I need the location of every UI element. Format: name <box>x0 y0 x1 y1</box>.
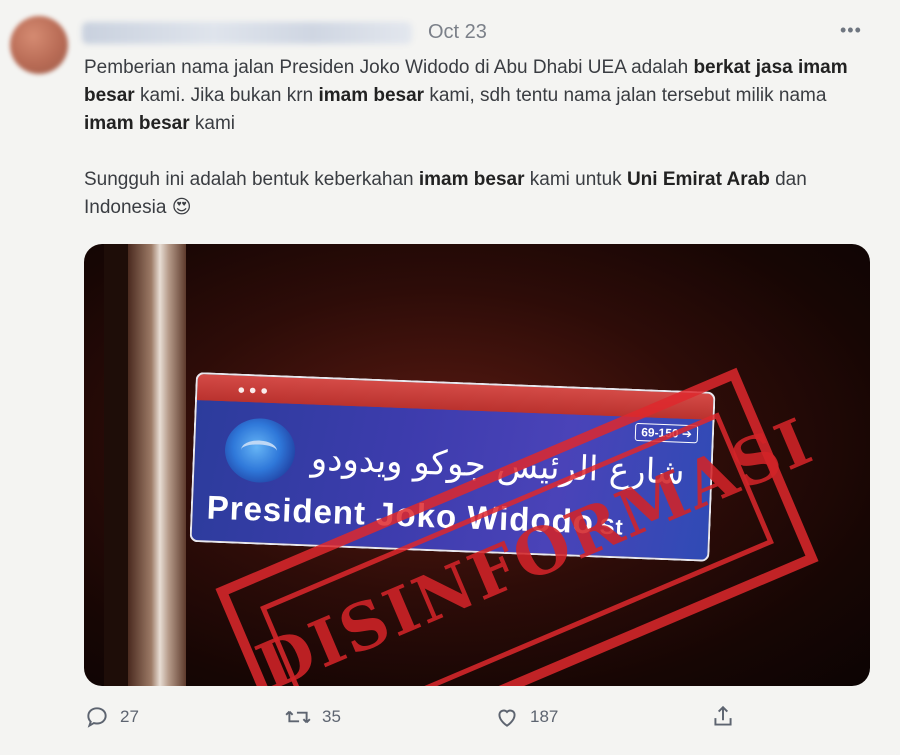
text-segment: kami. Jika bukan krn <box>134 85 319 106</box>
text-bold-segment: imam besar <box>84 113 190 134</box>
text-segment: Sungguh ini adalah bentuk keberkahan <box>84 169 419 190</box>
text-bold-segment: imam besar <box>418 169 525 190</box>
reply-icon <box>84 704 110 730</box>
text-bold-segment: imam besar <box>318 85 425 106</box>
tweet-media-image[interactable]: ● ● ● 69-150 ➔ شارع الرئيس جوكو ويدودو P… <box>84 244 870 686</box>
text-segment: kami untuk <box>524 169 627 190</box>
emoji-icon: 😍 <box>171 197 192 218</box>
tweet-paragraph-2: Sungguh ini adalah bentuk keberkahan ima… <box>84 166 874 222</box>
tweet-card: Oct 23 ••• Pemberian nama jalan Presiden… <box>0 0 900 755</box>
tweet-paragraph-1: Pemberian nama jalan Presiden Joko Widod… <box>84 54 874 138</box>
sign-top-text: ● ● ● <box>237 381 269 398</box>
tweet-text: Pemberian nama jalan Presiden Joko Widod… <box>84 54 874 222</box>
avatar[interactable] <box>10 16 68 74</box>
share-icon <box>710 704 736 730</box>
share-button[interactable] <box>710 700 736 734</box>
retweet-icon <box>284 704 312 730</box>
retweet-count: 35 <box>322 707 341 726</box>
lamp-pole <box>128 244 186 686</box>
retweet-button[interactable]: 35 <box>284 700 341 734</box>
abu-dhabi-logo-icon <box>223 417 297 484</box>
text-segment: kami <box>189 113 236 134</box>
tweet-actions: 27 35 187 <box>84 700 764 734</box>
like-button[interactable]: 187 <box>494 700 558 734</box>
like-count: 187 <box>530 707 559 726</box>
text-segment: kami, sdh <box>424 85 511 106</box>
text-segment: tentu nama jalan tersebut milik nama <box>515 85 827 106</box>
more-icon[interactable]: ••• <box>840 20 862 41</box>
like-icon <box>494 704 520 730</box>
blurred-username[interactable] <box>82 22 412 44</box>
tweet-date[interactable]: Oct 23 <box>428 21 487 44</box>
reply-count: 27 <box>120 707 139 726</box>
text-segment: Pemberian nama jalan Presiden Joko Widod… <box>84 57 689 78</box>
reply-button[interactable]: 27 <box>84 700 139 734</box>
text-bold-segment: Uni Emirat Arab <box>626 169 770 190</box>
